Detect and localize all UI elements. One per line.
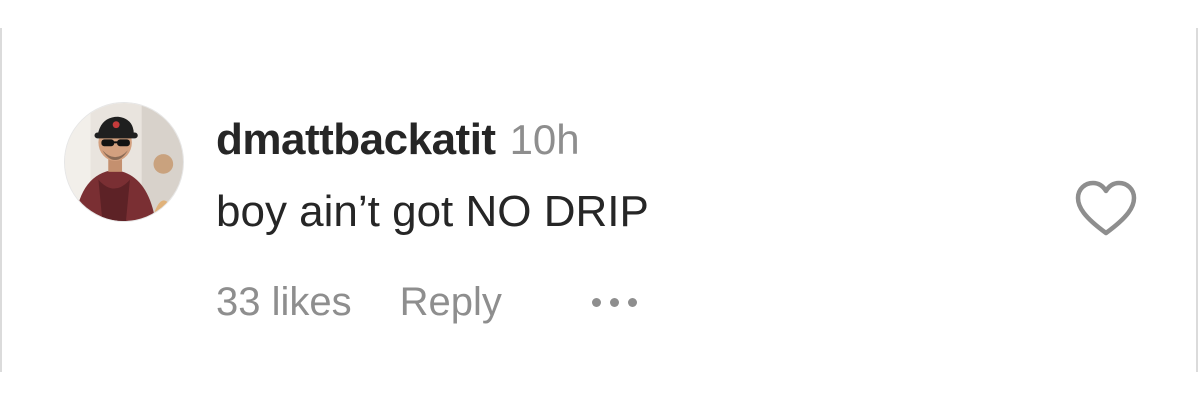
dot (627, 297, 637, 307)
heart-outline-icon[interactable] (1074, 179, 1138, 239)
comment-header: dmattbackatit 10h (216, 116, 580, 174)
username-link[interactable]: dmattbackatit (216, 115, 496, 164)
comment-text: boy ain’t got NO DRIP (216, 187, 649, 236)
comment-actions: 33 likes Reply (216, 274, 637, 330)
heart-icon-graphic (1075, 180, 1137, 236)
avatar[interactable] (64, 102, 184, 222)
timestamp[interactable]: 10h (510, 116, 580, 163)
reply-button[interactable]: Reply (400, 280, 502, 325)
ellipsis-icon[interactable] (591, 290, 637, 315)
dot (591, 297, 601, 307)
likes-count[interactable]: 33 likes (216, 280, 352, 325)
comment-card: dmattbackatit 10h boy ain’t got NO DRIP 3… (0, 28, 1198, 372)
profile-photo (65, 103, 183, 221)
dot (609, 297, 619, 307)
